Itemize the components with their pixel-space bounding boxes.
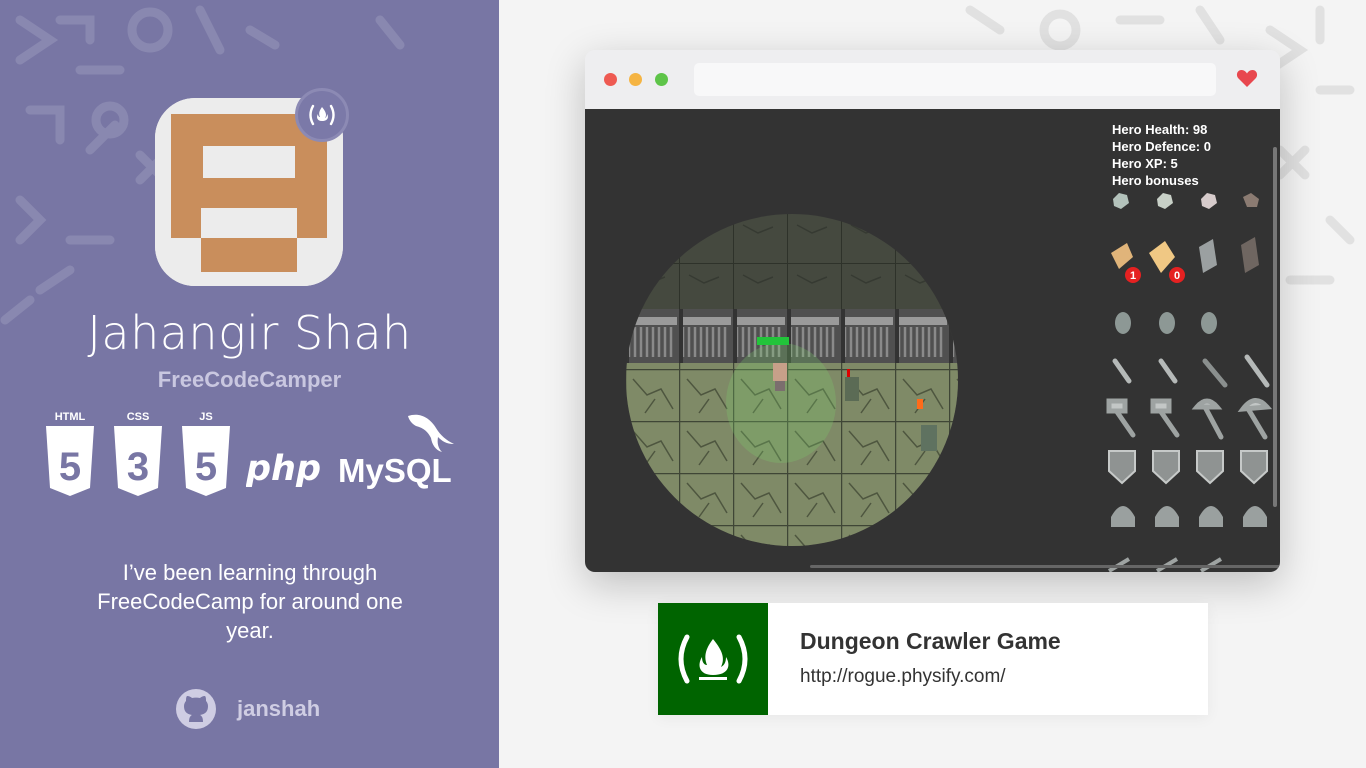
mysql-logo: MySQL [338, 410, 464, 505]
project-title[interactable]: Dungeon Crawler Game [800, 628, 1061, 655]
mysql-label: MySQL [338, 452, 452, 489]
css-label: CSS [127, 411, 150, 423]
browser-toolbar [585, 50, 1280, 109]
profile-subtitle: FreeCodeCamper [157, 367, 342, 392]
dolphin-icon [408, 414, 454, 452]
github-link[interactable]: janshah [175, 688, 320, 730]
dungeon-view [626, 214, 958, 546]
scrolls-row: 1 0 [1111, 237, 1259, 283]
profile-bio: I’ve been learning through FreeCodeCamp … [97, 560, 403, 643]
item-sprite [917, 399, 923, 409]
maximize-dot[interactable] [655, 73, 668, 86]
vertical-scrollbar[interactable] [1273, 147, 1277, 507]
html-label: HTML [55, 411, 86, 423]
hero-stats: Hero Health: 98 Hero Defence: 0 Hero XP:… [1112, 121, 1211, 189]
github-username: janshah [237, 696, 321, 721]
hero-sprite [773, 363, 787, 391]
freecodecamp-logo-icon [658, 603, 768, 715]
inventory-panel: 1 0 [1106, 193, 1273, 572]
freecodecamp-badge-icon [295, 88, 349, 142]
profile-panel: Jahangir Shah FreeCodeCamper HTML 5 CSS … [0, 0, 499, 768]
hero-health-bar [757, 337, 789, 345]
close-dot[interactable] [604, 73, 617, 86]
daggers-row [1112, 354, 1270, 388]
enemy-sprite-2 [921, 425, 937, 451]
gems-row [1113, 193, 1259, 209]
hero-defence-text: Hero Defence: 0 [1112, 139, 1211, 154]
project-card[interactable]: Dungeon Crawler Game http://rogue.physif… [658, 603, 1208, 715]
minimize-dot[interactable] [629, 73, 642, 86]
browser-window: Hero Health: 98 Hero Defence: 0 Hero XP:… [585, 50, 1280, 572]
js-icon: JS 5 [180, 410, 232, 505]
helmets-row [1111, 506, 1267, 527]
tech-stack: HTML 5 CSS 3 JS 5 php MySQL [44, 410, 464, 500]
css3-number: 3 [127, 445, 149, 489]
js-number: 5 [195, 445, 217, 489]
game-canvas[interactable]: Hero Health: 98 Hero Defence: 0 Hero XP:… [585, 109, 1280, 572]
php-label: php [246, 449, 321, 489]
hero-xp-text: Hero XP: 5 [1112, 156, 1178, 171]
hero-health-text: Hero Health: 98 [1112, 122, 1208, 137]
horizontal-scrollbar[interactable] [810, 565, 1280, 568]
axes-row [1106, 398, 1273, 440]
heart-icon[interactable] [1236, 68, 1258, 88]
js-label: JS [199, 411, 212, 423]
shields-row [1108, 450, 1268, 485]
badge-count-1-text: 1 [1130, 270, 1136, 282]
css3-icon: CSS 3 [112, 410, 164, 505]
potions-row [1115, 312, 1217, 334]
profile-name: Jahangir Shah [87, 306, 412, 360]
html5-icon: HTML 5 [44, 410, 96, 505]
php-logo: php [245, 446, 326, 497]
html5-number: 5 [59, 445, 81, 489]
github-icon [176, 689, 216, 729]
badge-count-0-text: 0 [1174, 270, 1180, 282]
address-bar[interactable] [694, 63, 1216, 96]
project-url[interactable]: http://rogue.physify.com/ [800, 666, 1006, 688]
page: Jahangir Shah FreeCodeCamper HTML 5 CSS … [0, 0, 1366, 768]
